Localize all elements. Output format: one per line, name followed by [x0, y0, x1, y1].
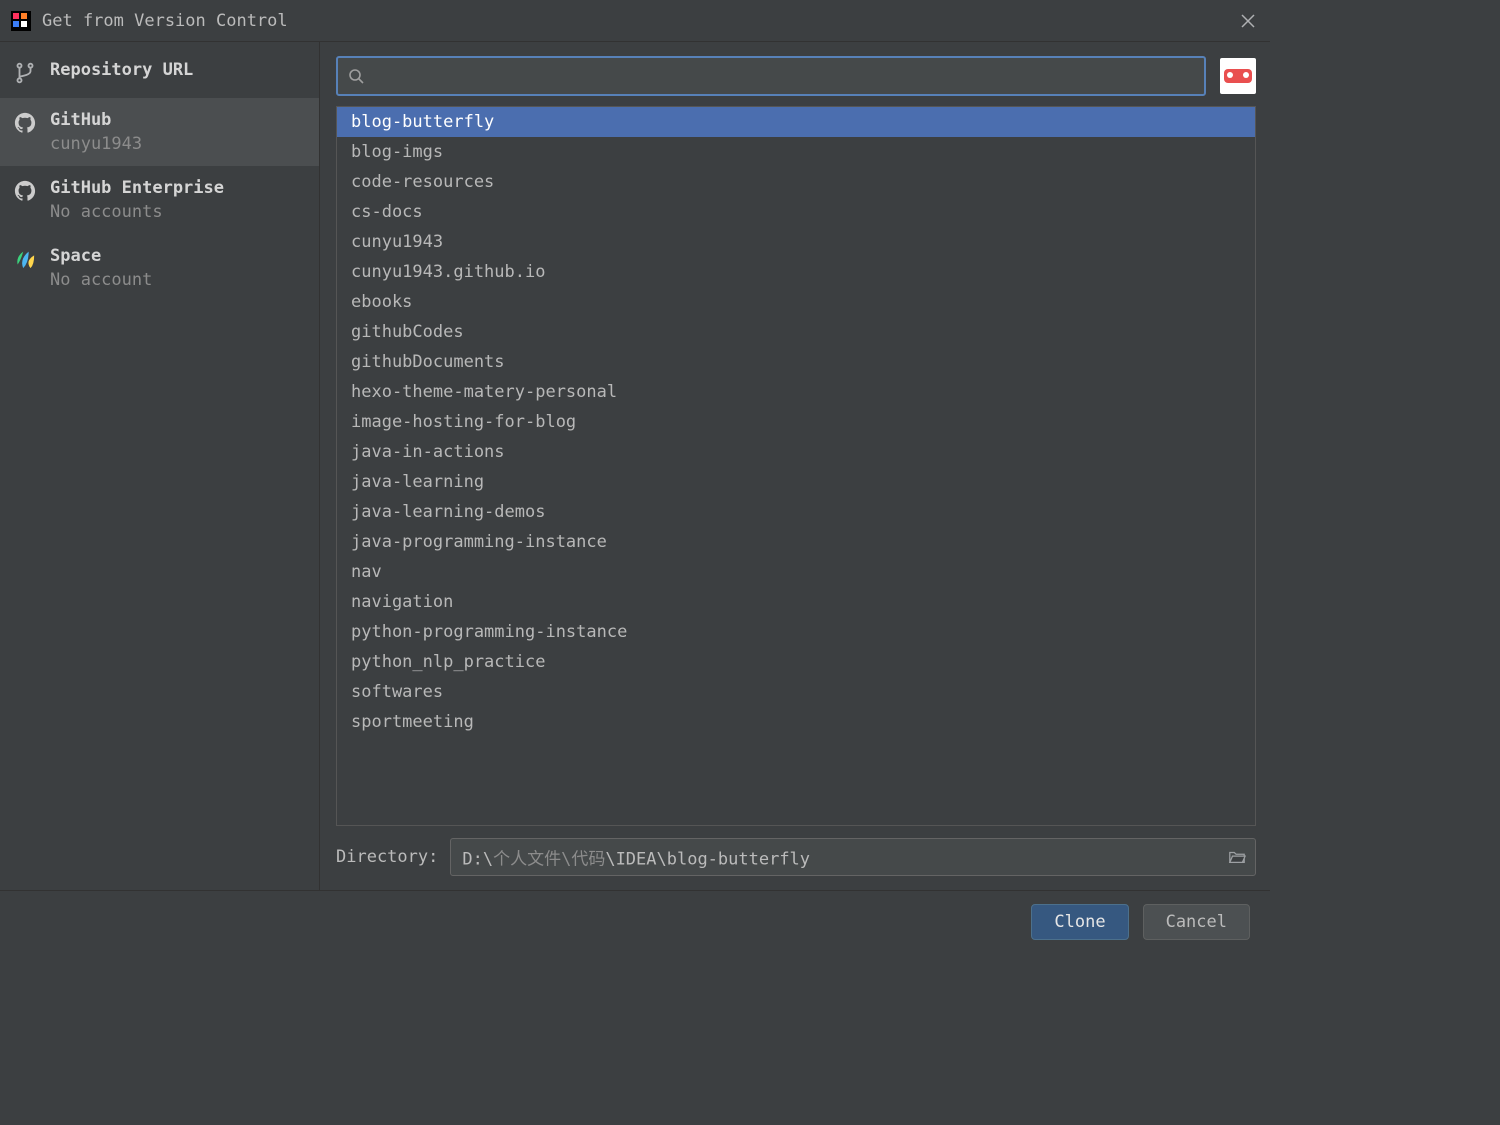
directory-label: Directory:	[336, 847, 438, 867]
content: blog-butterflyblog-imgscode-resourcescs-…	[320, 42, 1270, 890]
sidebar-item-space[interactable]: Space No account	[0, 234, 319, 302]
sidebar-item-sublabel: No account	[50, 270, 152, 290]
repo-item[interactable]: githubCodes	[337, 317, 1255, 347]
sidebar-item-repository-url[interactable]: Repository URL	[0, 48, 319, 98]
close-button[interactable]	[1236, 9, 1260, 33]
repo-item[interactable]: python-programming-instance	[337, 617, 1255, 647]
sidebar-item-label: GitHub	[50, 110, 142, 130]
sidebar-item-label: Space	[50, 246, 152, 266]
repo-item[interactable]: navigation	[337, 587, 1255, 617]
repo-item[interactable]: java-in-actions	[337, 437, 1255, 467]
sidebar-item-github[interactable]: GitHub cunyu1943	[0, 98, 319, 166]
sidebar-item-github-enterprise[interactable]: GitHub Enterprise No accounts	[0, 166, 319, 234]
sidebar-item-sublabel: cunyu1943	[50, 134, 142, 154]
repo-list-wrap: blog-butterflyblog-imgscode-resourcescs-…	[336, 106, 1256, 826]
repo-item[interactable]: image-hosting-for-blog	[337, 407, 1255, 437]
repo-item[interactable]: githubDocuments	[337, 347, 1255, 377]
folder-icon[interactable]	[1228, 848, 1246, 866]
search-row	[320, 42, 1270, 106]
repo-item[interactable]: blog-butterfly	[337, 107, 1255, 137]
search-input[interactable]	[336, 56, 1206, 96]
directory-input-wrap: D:\个人文件\代码\IDEA\blog-butterfly	[450, 838, 1256, 876]
search-icon	[348, 68, 364, 84]
repo-item[interactable]: code-resources	[337, 167, 1255, 197]
app-icon	[10, 10, 32, 32]
repo-item[interactable]: cunyu1943	[337, 227, 1255, 257]
sidebar-item-label: GitHub Enterprise	[50, 178, 224, 198]
github-icon	[14, 180, 38, 204]
clone-button[interactable]: Clone	[1031, 904, 1128, 940]
window-title: Get from Version Control	[42, 11, 1236, 31]
repo-item[interactable]: sportmeeting	[337, 707, 1255, 737]
repo-item[interactable]: ebooks	[337, 287, 1255, 317]
repo-item[interactable]: blog-imgs	[337, 137, 1255, 167]
repo-item[interactable]: java-programming-instance	[337, 527, 1255, 557]
repo-list[interactable]: blog-butterflyblog-imgscode-resourcescs-…	[337, 107, 1255, 825]
repo-item[interactable]: java-learning-demos	[337, 497, 1255, 527]
sidebar-item-label: Repository URL	[50, 60, 193, 80]
sidebar-item-sublabel: No accounts	[50, 202, 224, 222]
space-icon	[14, 248, 38, 272]
search-input-wrap	[336, 56, 1206, 96]
avatar[interactable]	[1220, 58, 1256, 94]
repo-item[interactable]: softwares	[337, 677, 1255, 707]
repo-item[interactable]: python_nlp_practice	[337, 647, 1255, 677]
directory-row: Directory: D:\个人文件\代码\IDEA\blog-butterfl…	[320, 838, 1270, 890]
repo-item[interactable]: cunyu1943.github.io	[337, 257, 1255, 287]
repo-item[interactable]: nav	[337, 557, 1255, 587]
directory-input[interactable]	[450, 838, 1256, 876]
repo-item[interactable]: java-learning	[337, 467, 1255, 497]
repo-item[interactable]: cs-docs	[337, 197, 1255, 227]
main-area: Repository URL GitHub cunyu1943 GitHub E	[0, 42, 1270, 890]
cancel-button[interactable]: Cancel	[1143, 904, 1250, 940]
github-icon	[14, 112, 38, 136]
sidebar: Repository URL GitHub cunyu1943 GitHub E	[0, 42, 320, 890]
footer: Clone Cancel	[0, 890, 1270, 952]
titlebar: Get from Version Control	[0, 0, 1270, 42]
repo-item[interactable]: hexo-theme-matery-personal	[337, 377, 1255, 407]
branch-icon	[14, 62, 38, 86]
